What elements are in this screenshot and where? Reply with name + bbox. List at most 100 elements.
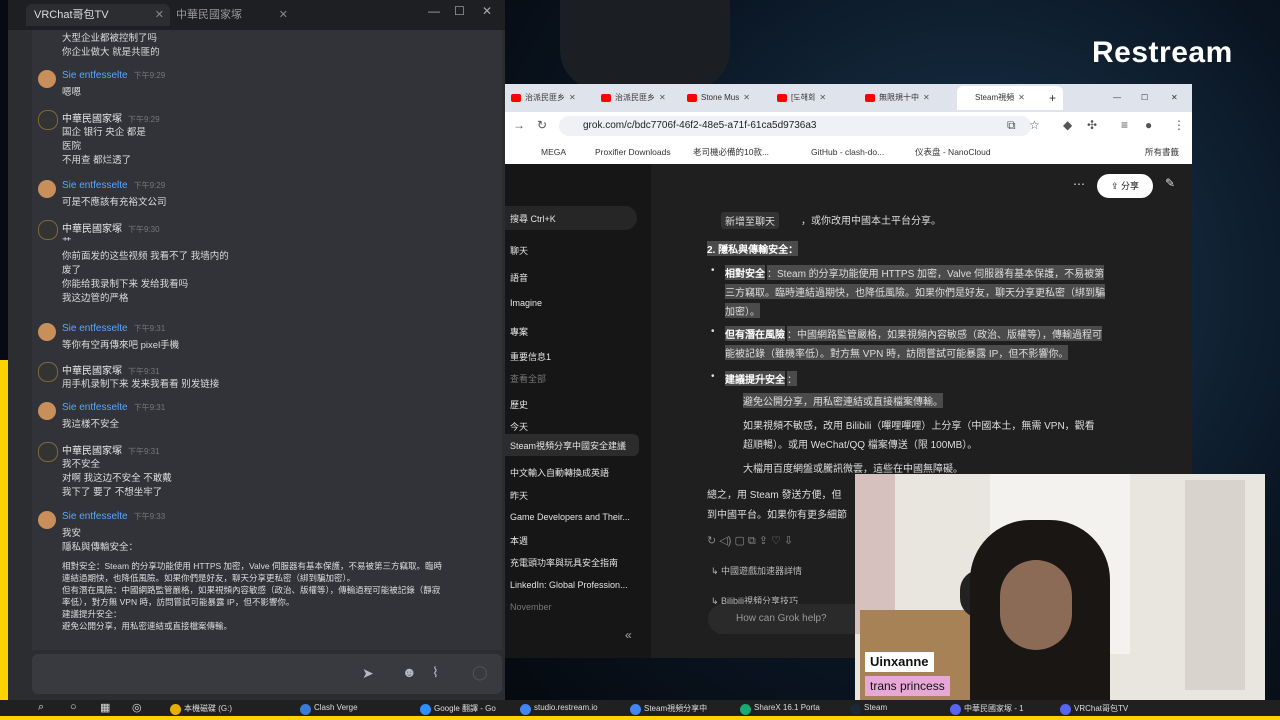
message-author[interactable]: 中華民國家塚 下午9:29 <box>62 110 160 125</box>
bookmark-folder[interactable]: 所有書籤 <box>1145 140 1179 164</box>
close-icon[interactable]: ✕ <box>279 4 288 26</box>
search-button[interactable]: 搜尋 Ctrl+K <box>505 206 637 230</box>
ask-grok-input[interactable]: How can Grok help? <box>708 604 876 634</box>
emoji-icon[interactable]: ☻ <box>402 664 417 680</box>
minimize-icon[interactable]: — <box>428 4 440 18</box>
new-tab-icon[interactable]: + <box>1049 86 1063 110</box>
avatar[interactable] <box>38 180 56 198</box>
minimize-icon[interactable]: — <box>1113 86 1127 110</box>
bookmark[interactable]: MEGA <box>541 140 566 164</box>
translate-icon[interactable]: ⧉ <box>1007 118 1016 133</box>
more-icon[interactable]: ⋮ <box>1173 118 1185 132</box>
avatar[interactable] <box>38 511 56 529</box>
gift-icon[interactable]: ◯ <box>472 664 488 681</box>
avatar[interactable] <box>38 110 58 130</box>
browser-tab[interactable]: 無限規十中 ✕ <box>861 86 965 110</box>
puzzle-icon[interactable]: ✣ <box>1087 118 1097 132</box>
bookmark[interactable]: GitHub - clash-do... <box>811 140 884 164</box>
sidebar-item[interactable]: 中文輸入自動轉換成英語 <box>510 466 609 479</box>
sidebar-item[interactable]: Imagine <box>510 298 542 308</box>
share-button[interactable]: ⇪ 分享 <box>1097 174 1153 198</box>
browser-tab[interactable]: 治派民匪乡 ✕ <box>507 86 609 110</box>
taskbar-item[interactable]: Steam視頻分享中 <box>644 703 707 714</box>
taskbar-item[interactable]: Clash Verge <box>314 703 358 712</box>
avatar[interactable] <box>38 402 56 420</box>
avatar[interactable] <box>38 323 56 341</box>
avatar[interactable]: ● <box>1145 118 1152 132</box>
close-window-icon[interactable]: ✕ <box>1171 86 1185 110</box>
sidebar-item[interactable]: 充電頭功率與玩具安全指南 <box>510 556 618 569</box>
send-icon[interactable]: ➤ <box>362 665 374 682</box>
message-author[interactable]: 中華民國家塚 下午9:31 <box>62 362 160 377</box>
avatar[interactable] <box>38 220 58 240</box>
url-input[interactable]: grok.com/c/bdc7706f-46f2-48e5-a71f-61ca5… <box>559 116 1031 136</box>
message-author[interactable]: 中華民國家塚 下午9:30 <box>62 220 160 235</box>
sidebar-item[interactable]: 查看全部 <box>510 372 546 385</box>
taskbar-item[interactable]: Steam <box>864 703 887 712</box>
taskbar-item[interactable]: Google 翻譯 - Go <box>434 703 496 714</box>
sidebar-item[interactable]: November <box>510 602 552 612</box>
collapse-sidebar-icon[interactable]: « <box>625 628 632 642</box>
browser-tab-active[interactable]: Steam視頻 ✕ <box>957 86 1063 110</box>
browser-tab[interactable]: Stone Mus ✕ <box>683 86 783 110</box>
bookmark[interactable]: Proxifier Downloads <box>595 140 671 164</box>
taskbar-item[interactable]: VRChat哥包TV <box>1074 703 1128 714</box>
close-icon[interactable]: ✕ <box>819 93 826 102</box>
message-author[interactable]: Sie entfesselte 下午9:33 <box>62 511 165 522</box>
star-icon[interactable]: ☆ <box>1029 118 1040 132</box>
browser-tab[interactable]: 治派民匪乡 ✕ <box>597 86 693 110</box>
sidebar-item[interactable]: 今天 <box>510 420 528 433</box>
taskbar-item[interactable]: studio.restream.io <box>534 703 598 712</box>
reload-icon[interactable]: ↻ <box>537 118 547 132</box>
task-view-icon[interactable]: ○ <box>70 701 77 713</box>
maximize-icon[interactable]: ☐ <box>454 4 465 18</box>
sidebar-item[interactable]: Steam視頻分享中國安全建議 <box>510 439 626 452</box>
sidebar-item[interactable]: 本週 <box>510 534 528 547</box>
close-icon[interactable]: ✕ <box>569 93 576 102</box>
menu-list-icon[interactable]: ≡ <box>1121 118 1128 132</box>
sidebar-item[interactable]: 聊天 <box>510 244 528 257</box>
message-author[interactable]: 中華民國家塚 下午9:31 <box>62 442 160 457</box>
message-author[interactable]: Sie entfesselte 下午9:31 <box>62 402 165 413</box>
browser-tab[interactable]: [도해회 ✕ <box>773 86 873 110</box>
sidebar-item[interactable]: Game Developers and Their... <box>510 512 630 522</box>
add-to-chat-chip[interactable]: 新增至聊天 <box>721 212 779 229</box>
message-input[interactable]: ➤ ☻ ⌇ ◯ <box>32 654 502 694</box>
taskbar-item[interactable]: 中華民國家塚 - 1 <box>964 703 1024 714</box>
more-options-icon[interactable]: ⋯ <box>1073 177 1085 191</box>
attach-icon[interactable]: ⌇ <box>432 664 439 681</box>
related-question[interactable]: ↳ 中國遊戲加速器詳情 <box>711 564 802 577</box>
bookmark[interactable]: 仪表盘 - NanoCloud <box>915 140 991 164</box>
close-icon[interactable]: ✕ <box>743 93 750 102</box>
steam-icon[interactable]: ◎ <box>132 701 142 714</box>
sidebar-item[interactable]: LinkedIn: Global Profession... <box>510 580 628 590</box>
taskbar-item[interactable]: 本機磁碟 (G:) <box>184 703 232 714</box>
message-author[interactable]: Sie entfesselte 下午9:29 <box>62 180 165 191</box>
message-actions[interactable]: ↻ ◁) ▢ ⧉ ⇪ ♡ ⇩ <box>707 534 793 548</box>
sidebar-item[interactable]: 重要信息1 <box>510 350 551 363</box>
close-window-icon[interactable]: ✕ <box>482 4 492 18</box>
close-icon[interactable]: ✕ <box>923 93 930 102</box>
calendar-icon[interactable]: ▦ <box>100 701 110 714</box>
chat-tab[interactable]: 中華民國家塚 ✕ <box>168 4 294 26</box>
sidebar-item[interactable]: 語音 <box>510 271 528 284</box>
message-author[interactable]: Sie entfesselte 下午9:29 <box>62 70 165 81</box>
forward-icon[interactable]: → <box>513 118 525 132</box>
close-icon[interactable]: ✕ <box>659 93 666 102</box>
message-list[interactable]: 大型企业都被控制了吗 你企业做大 就是共匪的 Sie entfesselte 下午… <box>32 30 502 650</box>
close-icon[interactable]: ✕ <box>155 4 164 26</box>
message-author[interactable]: Sie entfesselte 下午9:31 <box>62 323 165 334</box>
taskbar-item[interactable]: ShareX 16.1 Porta <box>754 703 820 712</box>
chat-tab[interactable]: VRChat哥包TV ✕ <box>26 4 170 26</box>
search-icon[interactable]: ⌕ <box>38 701 44 714</box>
avatar[interactable] <box>38 442 58 462</box>
bookmark[interactable]: 老司機必備的10款... <box>693 140 769 164</box>
avatar[interactable] <box>38 362 58 382</box>
sidebar-item[interactable]: 歷史 <box>510 398 528 411</box>
maximize-icon[interactable]: ☐ <box>1141 86 1155 110</box>
avatar[interactable] <box>38 70 56 88</box>
sidebar-item[interactable]: 昨天 <box>510 489 528 502</box>
close-icon[interactable]: ✕ <box>1018 93 1025 102</box>
new-chat-icon[interactable]: ✎ <box>1165 176 1175 190</box>
sidebar-item[interactable]: 專案 <box>510 325 528 338</box>
